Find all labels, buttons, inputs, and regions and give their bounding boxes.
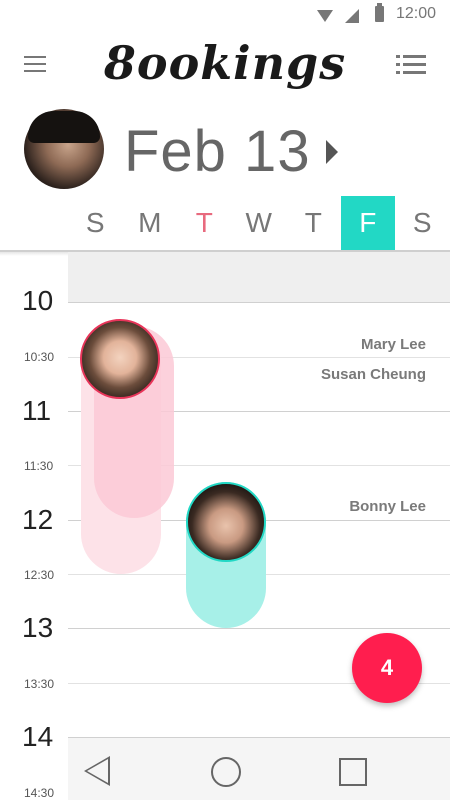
hour-label-11: 11	[22, 395, 52, 426]
hour-line	[68, 628, 450, 629]
user-avatar[interactable]	[24, 109, 104, 189]
status-bar: 12:00	[0, 0, 450, 32]
battery-icon	[375, 3, 384, 22]
weekday-thursday[interactable]: T	[286, 196, 341, 250]
half-label-1330: 13:30	[24, 677, 55, 691]
weekday-saturday[interactable]: S	[395, 196, 450, 250]
event-name-bonny: Bonny Lee	[349, 498, 426, 515]
weekday-selector: S M T W T F S	[68, 196, 450, 250]
event-avatar-mary[interactable]	[80, 319, 160, 399]
chevron-right-icon[interactable]	[326, 140, 338, 164]
half-label-1430: 14:30	[24, 786, 55, 800]
app-title: 8ookings	[103, 36, 347, 90]
hour-line	[68, 302, 450, 303]
recents-icon[interactable]	[339, 758, 367, 786]
hour-label-12: 12	[22, 504, 54, 535]
status-time: 12:00	[396, 5, 437, 22]
weekday-sunday[interactable]: S	[68, 196, 123, 250]
half-label-1130: 11:30	[24, 459, 54, 473]
navigation-bar	[68, 738, 450, 800]
weekday-tuesday[interactable]: T	[177, 196, 232, 250]
event-name-susan: Susan Cheung	[320, 366, 426, 383]
half-label-1030: 10:30	[24, 350, 55, 364]
event-avatar-bonny[interactable]	[186, 482, 266, 562]
unavailable-slot	[68, 252, 450, 302]
hour-label-13: 13	[22, 612, 54, 643]
home-icon[interactable]	[211, 757, 241, 787]
current-date: Feb 13	[124, 119, 311, 184]
list-view-icon[interactable]	[396, 55, 426, 75]
back-icon[interactable]	[84, 756, 110, 786]
wifi-icon	[317, 10, 333, 22]
signal-icon	[345, 9, 359, 23]
bookings-count-fab[interactable]: 4	[352, 633, 422, 703]
event-name-mary: Mary Lee	[360, 336, 426, 353]
weekday-wednesday[interactable]: W	[232, 196, 287, 250]
weekday-monday[interactable]: M	[123, 196, 178, 250]
hour-label-10: 10	[22, 285, 54, 316]
weekday-friday[interactable]: F	[340, 196, 395, 250]
hour-label-14: 14	[22, 721, 54, 752]
half-label-1230: 12:30	[24, 568, 55, 582]
